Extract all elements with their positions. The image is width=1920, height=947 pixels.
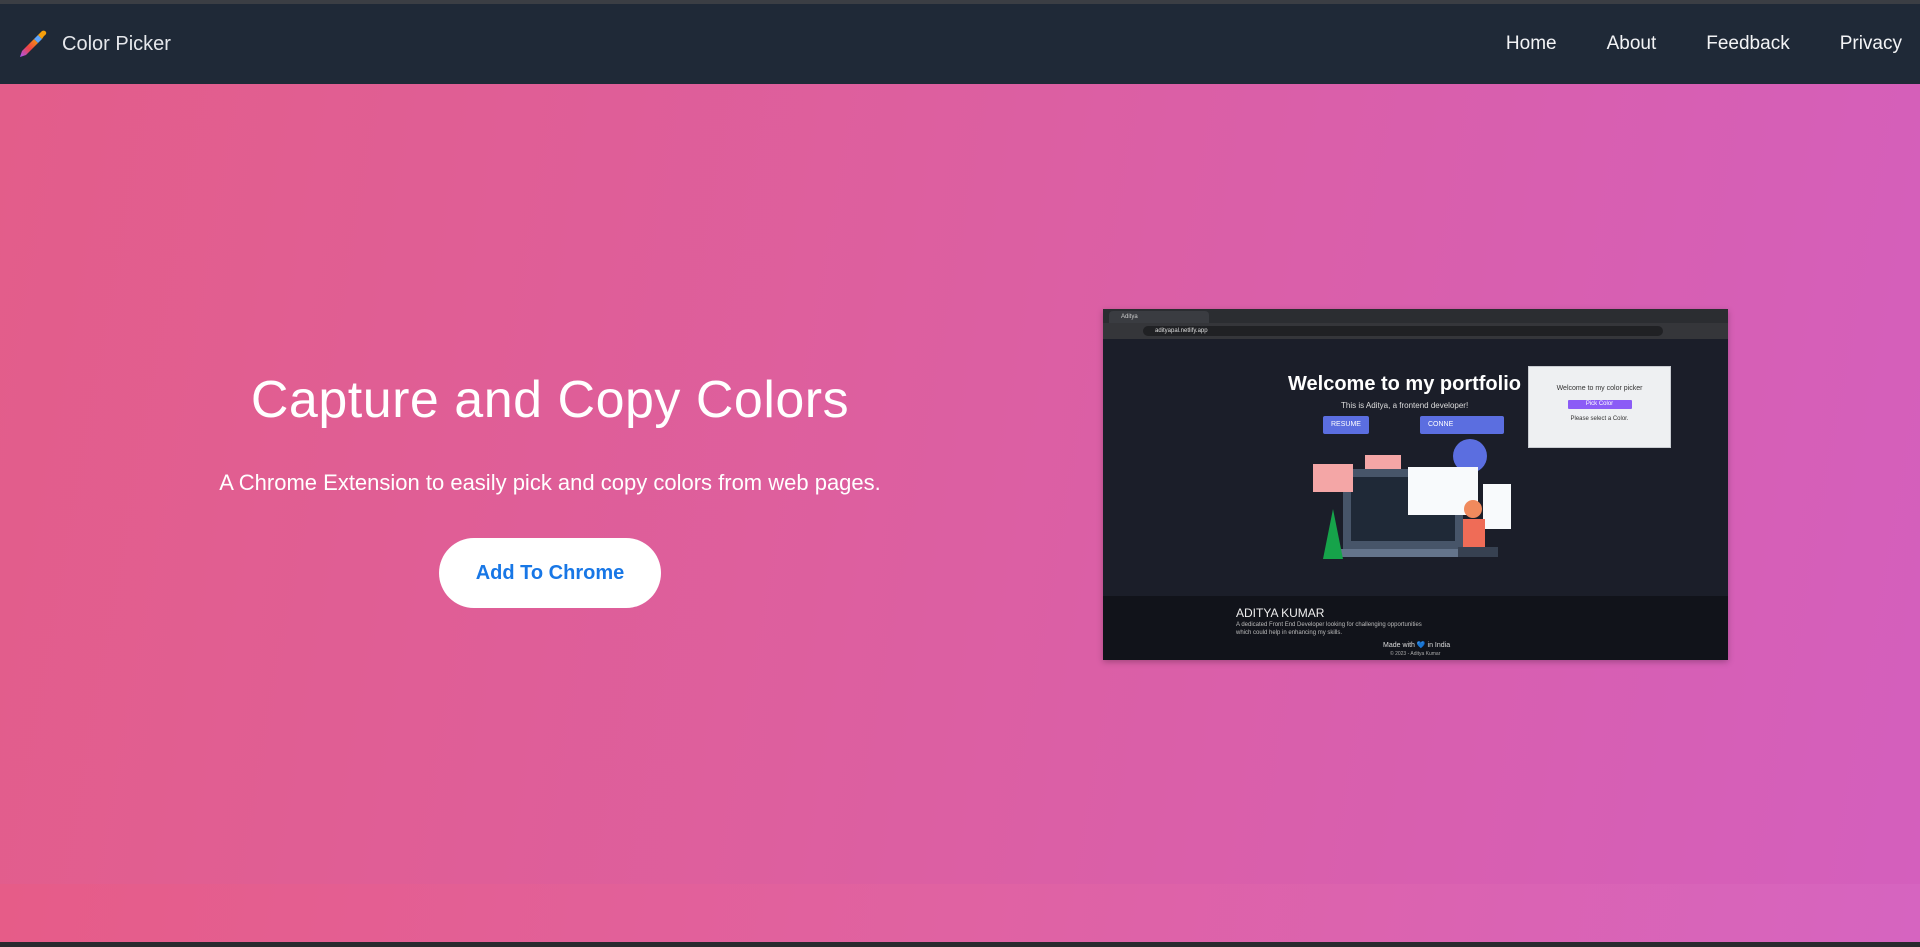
preview-footer-name: ADITYA KUMAR xyxy=(1236,606,1325,620)
preview-url: adityapal.netlify.app xyxy=(1143,326,1663,336)
preview-popup-title: Welcome to my color picker xyxy=(1556,385,1643,392)
footer-strip xyxy=(0,884,1920,942)
eyedropper-logo-icon xyxy=(20,30,47,57)
hero-content: Capture and Copy Colors A Chrome Extensi… xyxy=(150,280,950,608)
preview-tab: Aditya xyxy=(1109,311,1209,323)
preview-tab-bar: Aditya xyxy=(1103,309,1728,323)
preview-footer-description: A dedicated Front End Developer looking … xyxy=(1236,622,1422,636)
brand[interactable]: Color Picker xyxy=(16,27,171,61)
hero-title: Capture and Copy Colors xyxy=(250,371,850,429)
preview-pick-color-button: Pick Color xyxy=(1567,400,1632,409)
extension-preview-screenshot: Aditya adityapal.netlify.app Welcome to … xyxy=(1103,309,1728,660)
preview-subheading: This is Aditya, a frontend developer! xyxy=(1341,401,1469,410)
preview-page: Welcome to my portfolio This is Aditya, … xyxy=(1103,339,1728,596)
nav-link-privacy[interactable]: Privacy xyxy=(1840,33,1902,55)
hero-subtitle: A Chrome Extension to easily pick and co… xyxy=(219,470,881,495)
preview-heading: Welcome to my portfolio xyxy=(1288,373,1521,395)
brand-name: Color Picker xyxy=(62,32,171,55)
preview-extension-popup: Welcome to my color picker Pick Color Pl… xyxy=(1528,366,1671,448)
nav-links: Home About Feedback Privacy xyxy=(1506,33,1904,55)
preview-illustration xyxy=(1313,455,1511,559)
nav-link-feedback[interactable]: Feedback xyxy=(1706,33,1789,55)
preview-footer: ADITYA KUMAR A dedicated Front End Devel… xyxy=(1103,596,1728,660)
preview-address-bar: adityapal.netlify.app xyxy=(1103,323,1728,339)
preview-connect-button: CONNE xyxy=(1420,416,1504,434)
navbar: Color Picker Home About Feedback Privacy xyxy=(0,4,1920,84)
nav-link-about[interactable]: About xyxy=(1607,33,1657,55)
preview-made-with: Made with 💙 in India xyxy=(1383,642,1451,649)
preview-copyright: © 2023 - Aditya Kumar xyxy=(1390,651,1441,657)
preview-resume-button: RESUME xyxy=(1323,416,1369,434)
add-to-chrome-button[interactable]: Add To Chrome xyxy=(439,538,661,608)
window-bottom-edge xyxy=(0,942,1920,947)
preview-popup-note: Please select a Color. xyxy=(1570,416,1629,422)
nav-link-home[interactable]: Home xyxy=(1506,33,1557,55)
